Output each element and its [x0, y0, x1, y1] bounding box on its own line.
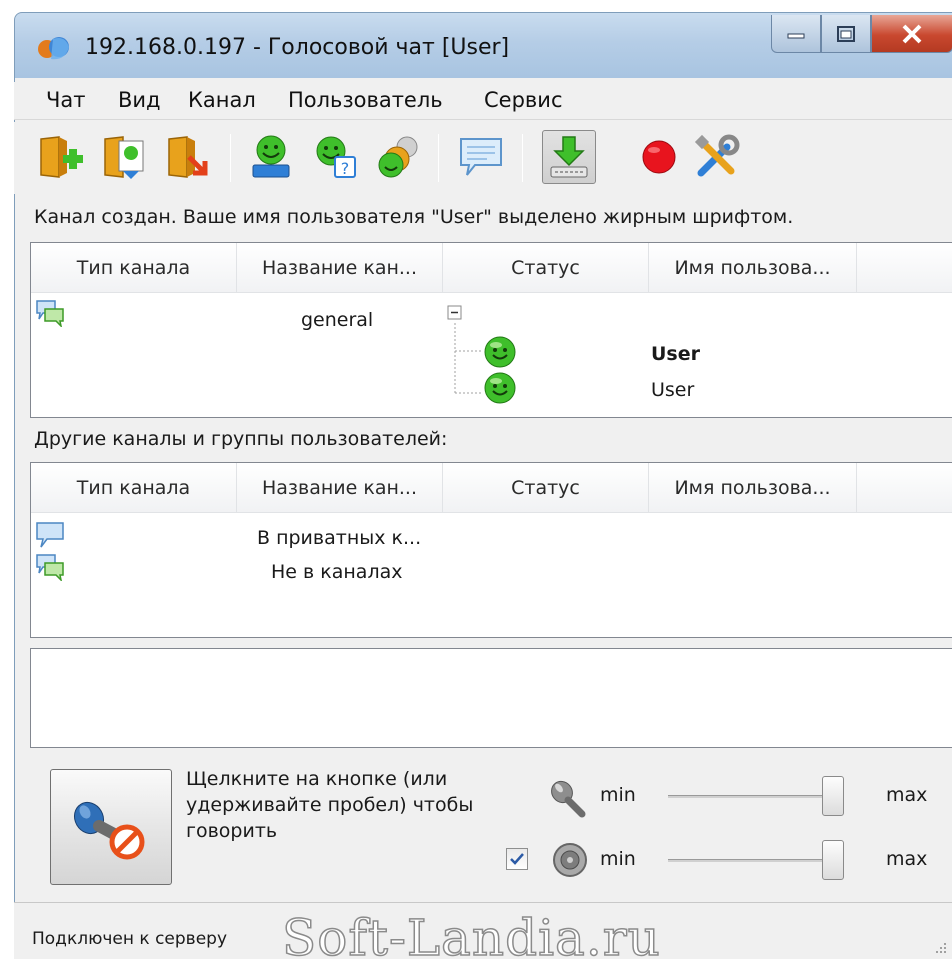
app-window: 192.168.0.197 - Голосовой чат [User] Чат…	[0, 0, 952, 959]
column-channel-type[interactable]: Тип канала	[31, 463, 237, 513]
speaker-icon	[553, 843, 587, 877]
collapse-icon[interactable]	[447, 305, 463, 321]
speaker-min-label: min	[600, 848, 636, 870]
speaker-volume-slider[interactable]	[821, 840, 844, 880]
users-group-button[interactable]	[372, 130, 426, 184]
join-channel-button[interactable]	[34, 130, 88, 184]
settings-tools-icon	[694, 134, 740, 177]
leave-channel-icon	[168, 136, 208, 178]
other-channels-header: Тип канала Название кан... Статус Имя по…	[31, 463, 952, 513]
speaker-enable-checkbox[interactable]	[506, 848, 528, 870]
toolbar-separator	[522, 134, 523, 182]
menu-bar: Чат Вид Канал Пользователь Сервис	[14, 82, 952, 120]
mic-volume-track[interactable]	[668, 795, 836, 798]
minimize-button[interactable]	[771, 15, 821, 53]
column-channel-name[interactable]: Название кан...	[237, 243, 443, 293]
message-button[interactable]	[454, 130, 508, 184]
column-channel-name[interactable]: Название кан...	[237, 463, 443, 513]
menu-user[interactable]: Пользователь	[288, 88, 443, 112]
column-status[interactable]: Статус	[443, 243, 649, 293]
menu-chat[interactable]: Чат	[46, 88, 86, 112]
mic-volume-slider[interactable]	[821, 776, 844, 816]
list-item[interactable]: Не в каналах	[271, 561, 402, 583]
user-help-button[interactable]: ?	[308, 130, 362, 184]
user-info-button[interactable]	[244, 130, 298, 184]
checkmark-icon	[510, 853, 524, 865]
status-bar: Подключен к серверу Soft-Landia.ru	[14, 902, 952, 959]
toolbar: ?	[14, 122, 952, 194]
close-button[interactable]	[871, 15, 952, 53]
channel-name[interactable]: general	[301, 309, 373, 331]
channel-list-header: Тип канала Название кан... Статус Имя по…	[31, 243, 952, 293]
maximize-button[interactable]	[821, 15, 871, 53]
user-help-icon: ?	[316, 136, 356, 178]
column-status[interactable]: Статус	[443, 463, 649, 513]
column-channel-type[interactable]: Тип канала	[31, 243, 237, 293]
other-channels-label: Другие каналы и группы пользователей:	[34, 428, 448, 450]
record-icon	[642, 140, 676, 174]
user-smiley-icon	[484, 372, 516, 404]
toolbar-separator	[438, 134, 439, 182]
talk-hint: Щелкните на кнопке (или удерживайте проб…	[186, 768, 474, 842]
column-user-name[interactable]: Имя пользова...	[649, 463, 857, 513]
talk-button[interactable]	[50, 769, 172, 885]
record-button[interactable]	[632, 130, 686, 184]
title-bar[interactable]: 192.168.0.197 - Голосовой чат [User]	[14, 12, 952, 78]
leave-channel-button[interactable]	[162, 130, 216, 184]
user-smiley-icon	[484, 336, 516, 368]
watermark: Soft-Landia.ru	[281, 908, 661, 959]
toolbar-separator	[230, 134, 231, 182]
channel-list[interactable]: Тип канала Название кан... Статус Имя по…	[30, 242, 952, 418]
message-area[interactable]	[30, 648, 952, 748]
user-info-icon	[252, 135, 290, 178]
microphone-muted-icon	[73, 801, 145, 860]
info-message: Канал создан. Ваше имя пользователя "Use…	[34, 206, 794, 228]
speaker-volume-track[interactable]	[668, 859, 836, 862]
push-to-talk-button[interactable]	[542, 130, 596, 184]
user-name[interactable]: User	[651, 379, 694, 401]
message-icon	[460, 138, 502, 176]
public-channel-icon	[36, 300, 64, 327]
close-icon	[902, 24, 922, 43]
microphone-icon	[551, 780, 586, 818]
resize-grip-icon[interactable]	[934, 941, 948, 955]
speaker-max-label: max	[886, 848, 928, 870]
connection-status: Подключен к серверу	[32, 929, 228, 949]
mic-min-label: min	[600, 784, 636, 806]
menu-channel[interactable]: Канал	[188, 88, 256, 112]
app-logo-icon	[38, 37, 69, 60]
private-channel-icon	[36, 522, 64, 548]
mic-max-label: max	[886, 784, 928, 806]
menu-view[interactable]: Вид	[118, 88, 161, 112]
channel-users-icon	[104, 136, 144, 179]
menu-service[interactable]: Сервис	[484, 88, 562, 112]
user-name-self[interactable]: User	[651, 343, 700, 365]
window-title: 192.168.0.197 - Голосовой чат [User]	[85, 35, 510, 60]
list-item[interactable]: В приватных к...	[257, 527, 421, 549]
push-to-talk-icon	[550, 136, 588, 178]
maximize-icon	[837, 25, 855, 42]
join-channel-icon	[40, 136, 83, 178]
minimize-icon	[787, 33, 805, 38]
users-group-icon	[378, 136, 418, 178]
column-user-name[interactable]: Имя пользова...	[649, 243, 857, 293]
channel-users-button[interactable]	[98, 130, 152, 184]
no-channel-icon	[36, 554, 64, 581]
other-channels-list[interactable]: Тип канала Название кан... Статус Имя по…	[30, 462, 952, 638]
settings-tools-button[interactable]	[690, 130, 744, 184]
svg-text:?: ?	[341, 159, 350, 178]
